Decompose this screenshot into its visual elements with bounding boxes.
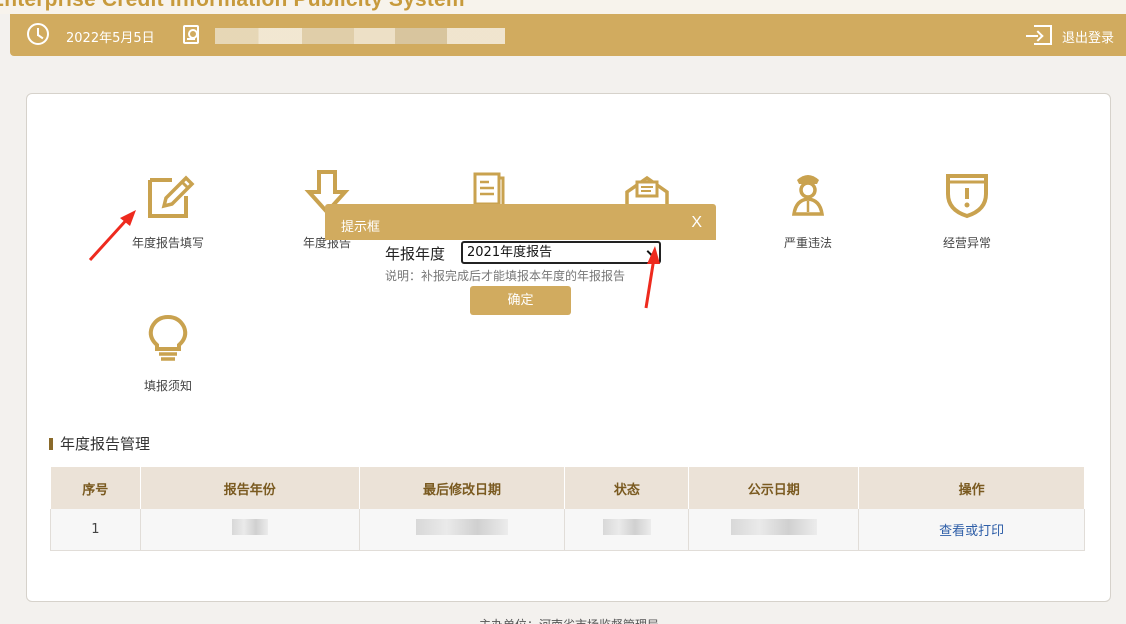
shield-alert-icon [946, 174, 988, 219]
blurred-value [416, 519, 509, 536]
main-panel: 年度报告填写 年度报告 严重违法 经营异常 填报须知 年度报告管理 序号 报告年… [26, 93, 1111, 602]
table-row: 1 查看或打印 [50, 509, 1085, 551]
report-table: 序号 报告年份 最后修改日期 状态 公示日期 操作 1 查看或打印 [50, 467, 1085, 551]
logout-button[interactable]: 退出登录 [1062, 27, 1114, 46]
blurred-value [730, 519, 817, 536]
function-label: 严重违法 [783, 236, 832, 250]
confirm-button[interactable]: 确定 [470, 286, 571, 315]
header-bar: 2022年5月5日 退出登录 [10, 14, 1126, 56]
filing-notice-item[interactable]: 填报须知 [108, 311, 228, 394]
selected-year: 2021年度报告 [467, 245, 553, 260]
lightbulb-icon [148, 314, 188, 361]
report-year-label: 年报年度 [385, 245, 446, 263]
user-badge-icon [183, 25, 199, 44]
publicity-date-cell [688, 509, 860, 551]
system-title: Enterprise Credit Information Publicity … [0, 0, 465, 12]
last-modified-cell [359, 509, 566, 551]
dialog-close-button[interactable]: X [691, 214, 702, 232]
annotation-arrow-icon [88, 210, 136, 262]
table-header-row: 序号 报告年份 最后修改日期 状态 公示日期 操作 [50, 467, 1085, 509]
logout-icon[interactable] [1026, 25, 1052, 45]
edit-icon [148, 175, 195, 218]
dialog-note: 说明：补报完成后才能填报本年度的年报报告 [385, 269, 626, 283]
report-year-select[interactable]: 2021年度报告 [461, 241, 661, 264]
section-title: 年度报告管理 [49, 433, 150, 454]
column-header: 操作 [858, 467, 1085, 509]
column-header: 最后修改日期 [359, 467, 566, 509]
annotation-arrow-icon [644, 246, 660, 309]
top-banner: Enterprise Credit Information Publicity … [0, 0, 1126, 14]
current-date: 2022年5月5日 [66, 31, 155, 46]
blurred-value [231, 519, 268, 536]
view-or-print-link[interactable]: 查看或打印 [939, 524, 1004, 539]
column-header: 公示日期 [688, 467, 860, 509]
status-cell [564, 509, 690, 551]
footer-text: 主办单位：河南省市场监督管理局 [479, 616, 659, 624]
column-header: 报告年份 [140, 467, 360, 509]
row-index: 1 [50, 509, 141, 551]
action-cell: 查看或打印 [858, 509, 1085, 551]
blurred-value [602, 519, 651, 536]
officer-icon [791, 175, 825, 216]
prompt-dialog-header: 提示框 X [325, 204, 716, 240]
report-year-cell [140, 509, 360, 551]
column-header: 状态 [564, 467, 690, 509]
dialog-title: 提示框 [341, 220, 381, 235]
serious-violation-item[interactable]: 严重违法 [748, 168, 868, 251]
blurred-company-name [215, 28, 505, 44]
column-header: 序号 [50, 467, 141, 509]
function-label: 经营异常 [942, 236, 991, 250]
function-label: 填报须知 [143, 379, 192, 393]
abnormal-operation-item[interactable]: 经营异常 [907, 168, 1027, 251]
clock-icon [27, 23, 49, 45]
